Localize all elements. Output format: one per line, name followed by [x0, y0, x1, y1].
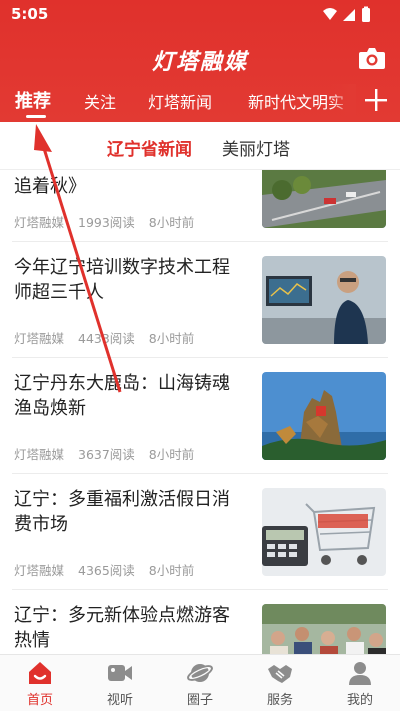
news-meta: 灯塔融媒 1993阅读 8小时前: [14, 212, 204, 231]
sub-tabs: 辽宁省新闻 美丽灯塔: [0, 122, 400, 170]
news-thumbnail: [262, 488, 386, 576]
nav-label-video: 视听: [106, 693, 133, 708]
news-feed[interactable]: 追着秋》 灯塔融媒 1993阅读 8小时前 今年辽宁培训数字技术工程师超三千人 …: [0, 170, 400, 654]
news-meta: 灯塔融媒 4433阅读 8小时前: [14, 328, 204, 347]
tab-fade: [330, 84, 356, 120]
planet-icon: [187, 664, 213, 682]
news-reads: 4365阅读: [78, 563, 135, 578]
news-title: 今年辽宁培训数字技术工程师超三千人: [14, 257, 230, 303]
news-reads: 4433阅读: [78, 331, 135, 346]
app-header: 5:05 灯塔融媒 推荐 关注 灯塔新闻 新时代文明实: [0, 0, 400, 122]
active-tab-indicator: [26, 115, 46, 118]
status-icons: [323, 6, 370, 22]
nav-video[interactable]: 视听: [90, 659, 150, 708]
status-bar: 5:05: [0, 0, 400, 30]
nav-label-circle: 圈子: [186, 693, 213, 708]
signal-icon: [343, 9, 355, 21]
news-thumbnail: [262, 256, 386, 344]
news-title: 辽宁：多元新体验点燃游客热情: [14, 605, 230, 651]
nav-circle[interactable]: 圈子: [170, 659, 230, 708]
news-thumbnail: [262, 170, 386, 228]
news-meta: 灯塔融媒 3637阅读 8小时前: [14, 444, 204, 463]
nav-service[interactable]: 服务: [250, 659, 310, 708]
channel-tabs: 推荐 关注 灯塔新闻 新时代文明实: [0, 84, 400, 120]
tab-recommend[interactable]: 推荐: [15, 87, 51, 113]
nav-label-service: 服务: [266, 693, 293, 708]
news-item[interactable]: 辽宁丹东大鹿岛：山海铸魂渔岛焕新 灯塔融媒 3637阅读 8小时前: [0, 358, 400, 474]
news-source: 灯塔融媒: [14, 447, 65, 462]
subtab-liaoning-news[interactable]: 辽宁省新闻: [107, 135, 192, 160]
video-icon: [108, 665, 132, 681]
nav-label-home: 首页: [26, 693, 53, 708]
news-title: 辽宁丹东大鹿岛：山海铸魂渔岛焕新: [14, 373, 230, 419]
news-source: 灯塔融媒: [14, 563, 65, 578]
subtab-beautiful-dengta[interactable]: 美丽灯塔: [222, 135, 290, 160]
add-channel-icon[interactable]: [362, 86, 390, 114]
status-time: 5:05: [11, 5, 49, 23]
news-time: 8小时前: [148, 563, 195, 578]
nav-home[interactable]: 首页: [10, 659, 70, 708]
app-title: 灯塔融媒: [151, 50, 248, 75]
news-title: 辽宁：多重福利激活假日消费市场: [14, 489, 230, 535]
news-time: 8小时前: [148, 331, 195, 346]
news-time: 8小时前: [148, 215, 195, 230]
handshake-icon: [268, 665, 292, 683]
news-source: 灯塔融媒: [14, 331, 65, 346]
tab-follow[interactable]: 关注: [84, 89, 116, 113]
news-title: 追着秋》: [14, 176, 86, 197]
news-time: 8小时前: [148, 447, 195, 462]
home-icon: [29, 662, 51, 684]
nav-label-mine: 我的: [346, 693, 373, 708]
user-icon: [349, 662, 371, 685]
news-thumbnail: [262, 604, 386, 654]
battery-icon: [362, 8, 370, 22]
news-item[interactable]: 追着秋》 灯塔融媒 1993阅读 8小时前: [0, 170, 400, 242]
bottom-navigation: 首页 视听 圈子 服务 我的: [0, 654, 400, 711]
camera-icon[interactable]: [358, 45, 386, 71]
nav-mine[interactable]: 我的: [330, 659, 390, 708]
news-source: 灯塔融媒: [14, 215, 65, 230]
news-item[interactable]: 辽宁：多重福利激活假日消费市场 灯塔融媒 4365阅读 8小时前: [0, 474, 400, 590]
news-reads: 3637阅读: [78, 447, 135, 462]
news-reads: 1993阅读: [78, 215, 135, 230]
wifi-icon: [323, 8, 337, 20]
tab-dengta-news[interactable]: 灯塔新闻: [148, 89, 212, 113]
news-item[interactable]: 今年辽宁培训数字技术工程师超三千人 灯塔融媒 4433阅读 8小时前: [0, 242, 400, 358]
news-meta: 灯塔融媒 4365阅读 8小时前: [14, 560, 204, 579]
news-thumbnail: [262, 372, 386, 460]
news-item[interactable]: 辽宁：多元新体验点燃游客热情: [0, 590, 400, 654]
